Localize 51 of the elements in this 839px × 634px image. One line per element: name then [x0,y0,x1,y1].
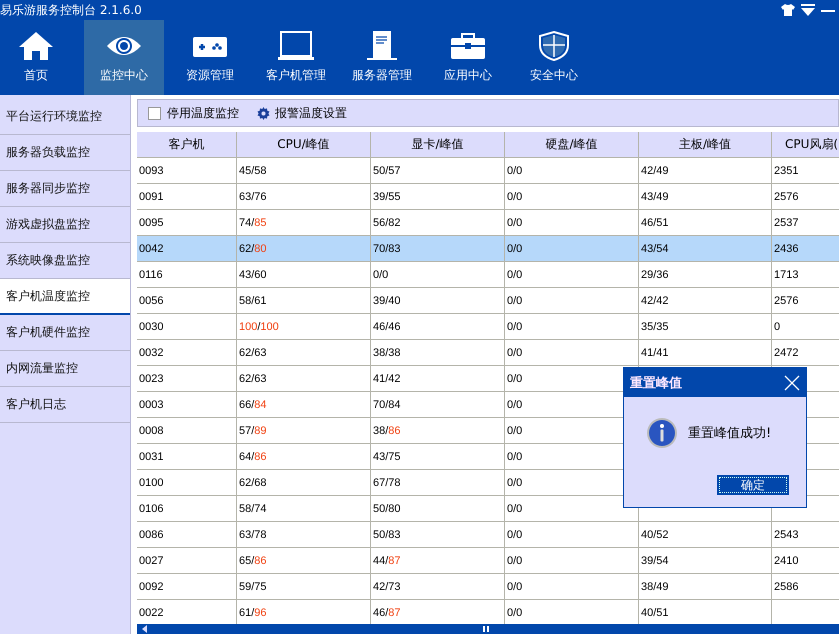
close-icon[interactable] [784,374,800,390]
nav-tab[interactable]: 首页 [0,20,72,95]
table-row[interactable]: 0091 63/76 39/55 0/0 43/49 2576 [137,184,839,210]
sidebar-item[interactable]: 平台运行环境监控 [0,99,130,135]
shield-icon [536,31,572,61]
house-icon [18,31,54,61]
info-icon [646,417,678,449]
server-icon [364,31,400,61]
nav-tab[interactable]: 应用中心 [428,20,508,95]
column-header[interactable]: 硬盘/峰值 [505,132,639,158]
sidebar-item[interactable]: 游戏虚拟盘监控 [0,207,130,243]
column-header[interactable]: 主板/峰值 [639,132,772,158]
toolbox-icon [450,31,486,61]
dialog-message: 重置峰值成功! [688,425,772,442]
column-header[interactable]: CPU风扇( [772,132,839,158]
checkbox-label: 停用温度监控 [167,104,239,122]
sidebar-item[interactable]: 客户机日志 [0,387,130,423]
window-title: 易乐游服务控制台 2.1.6.0 [0,2,142,18]
table-row[interactable]: 0056 58/61 39/40 0/0 42/42 2576 [137,288,839,314]
column-header[interactable]: CPU/峰值 [237,132,371,158]
table-row[interactable]: 0093 45/58 50/57 0/0 42/49 2351 [137,158,839,184]
column-header[interactable]: 客户机 [137,132,237,158]
table-row[interactable]: 0095 74/85 56/82 0/0 46/51 2537 [137,210,839,236]
table-row[interactable]: 0092 59/75 42/73 0/0 38/49 2586 [137,574,839,600]
nav-tab[interactable]: 服务器管理 [342,20,422,95]
column-header[interactable]: 显卡/峰值 [371,132,505,158]
table-row[interactable]: 0032 62/63 38/38 0/0 41/41 2472 [137,340,839,366]
monitor-icon [278,31,314,61]
dialog-title: 重置峰值 [630,374,682,392]
ok-button[interactable]: 确定 [717,475,789,495]
sidebar-item[interactable]: 服务器负载监控 [0,135,130,171]
grip-icon[interactable] [483,626,489,632]
checkbox[interactable] [148,106,161,120]
alarm-settings-button[interactable]: 报警温度设置 [257,104,347,122]
horizontal-scrollbar[interactable] [137,624,839,634]
table-row[interactable]: 0086 63/78 50/83 0/0 40/52 2543 [137,522,839,548]
nav-tab[interactable]: 安全中心 [514,20,594,95]
sidebar-item[interactable]: 客户机温度监控 [0,279,130,315]
sidebar-item[interactable]: 内网流量监控 [0,351,130,387]
shirt-icon[interactable] [781,4,795,16]
table-row[interactable]: 0027 65/86 44/87 0/0 39/54 2410 [137,548,839,574]
nav-tab[interactable]: 监控中心 [84,20,164,95]
table-row[interactable]: 0116 43/60 0/0 0/0 29/36 1713 [137,262,839,288]
nav-tab[interactable]: 客户机管理 [256,20,336,95]
table-row[interactable]: 0030 100/100 46/46 0/0 35/35 0 [137,314,839,340]
sidebar-item[interactable]: 服务器同步监控 [0,171,130,207]
table-row[interactable]: 0042 62/80 70/83 0/0 43/54 2436 [137,236,839,262]
gear-icon [257,106,270,120]
nav-tab[interactable]: 资源管理 [170,20,250,95]
sidebar-item[interactable]: 客户机硬件监控 [0,315,130,351]
dropdown-icon[interactable] [801,4,815,16]
